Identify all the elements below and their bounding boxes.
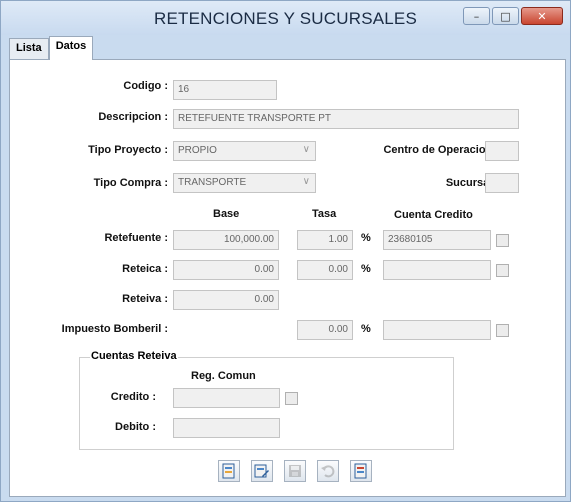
- impuesto-bomberil-tasa-field[interactable]: 0.00: [297, 320, 353, 340]
- reteiva-base-field[interactable]: 0.00: [173, 290, 279, 310]
- reteica-checkbox[interactable]: [496, 264, 509, 277]
- reteica-tasa-field[interactable]: 0.00: [297, 260, 353, 280]
- close-button[interactable]: ✕: [521, 7, 563, 25]
- credito-label: Credito :: [110, 391, 156, 403]
- descripcion-label: Descripcion :: [98, 111, 168, 123]
- retefuente-tasa-field[interactable]: 1.00: [297, 230, 353, 250]
- edit-record-icon: [254, 464, 269, 478]
- retefuente-base-field[interactable]: 100,000.00: [173, 230, 279, 250]
- undo-button[interactable]: [317, 460, 339, 482]
- reteica-label: Reteica :: [122, 263, 168, 275]
- retefuente-checkbox[interactable]: [496, 234, 509, 247]
- tab-bar: Lista Datos: [9, 36, 94, 60]
- retefuente-cuenta-field[interactable]: 23680105: [383, 230, 491, 250]
- credito-field[interactable]: [173, 388, 280, 408]
- reteica-cuenta-field[interactable]: [383, 260, 491, 280]
- tipo-compra-select[interactable]: TRANSPORTE ∨: [173, 173, 316, 193]
- tab-datos[interactable]: Datos: [48, 36, 94, 60]
- minimize-button[interactable]: –: [463, 7, 490, 25]
- edit-record-button[interactable]: [251, 460, 273, 482]
- reteica-pct: %: [361, 263, 371, 275]
- impuesto-bomberil-label: Impuesto Bomberil :: [61, 323, 168, 335]
- centro-operacion-label: Centro de Operacion :: [383, 144, 499, 156]
- reg-comun-header: Reg. Comun: [191, 370, 256, 382]
- cuenta-credito-header: Cuenta Credito: [394, 209, 473, 221]
- retefuente-label: Retefuente :: [104, 232, 168, 244]
- title-bar[interactable]: RETENCIONES Y SUCURSALES – □ ✕: [1, 1, 570, 35]
- tipo-proyecto-value: PROPIO: [178, 145, 217, 156]
- impuesto-bomberil-cuenta-field[interactable]: [383, 320, 491, 340]
- reteica-base-field[interactable]: 0.00: [173, 260, 279, 280]
- debito-label: Debito :: [115, 421, 156, 433]
- save-icon: [289, 465, 301, 477]
- exit-icon: [354, 463, 367, 479]
- new-record-button[interactable]: [218, 460, 240, 482]
- credito-checkbox[interactable]: [285, 392, 298, 405]
- sucursal-field[interactable]: [485, 173, 519, 193]
- debito-field[interactable]: [173, 418, 280, 438]
- retefuente-pct: %: [361, 232, 371, 244]
- tasa-header: Tasa: [312, 208, 337, 220]
- window-controls: – □ ✕: [463, 7, 563, 25]
- save-button[interactable]: [284, 460, 306, 482]
- descripcion-field[interactable]: RETEFUENTE TRANSPORTE PT: [173, 109, 519, 129]
- codigo-field[interactable]: 16: [173, 80, 277, 100]
- tipo-compra-value: TRANSPORTE: [178, 177, 247, 188]
- record-toolbar: [218, 460, 383, 482]
- app-window: RETENCIONES Y SUCURSALES – □ ✕ Lista Dat…: [0, 0, 571, 502]
- base-header: Base: [213, 208, 240, 220]
- tab-lista[interactable]: Lista: [9, 38, 49, 60]
- impuesto-bomberil-checkbox[interactable]: [496, 324, 509, 337]
- codigo-label: Codigo :: [123, 80, 168, 92]
- new-record-icon: [222, 463, 235, 479]
- tipo-proyecto-label: Tipo Proyecto :: [88, 144, 168, 156]
- datos-panel: Codigo : 16 Descripcion : RETEFUENTE TRA…: [9, 59, 566, 497]
- impuesto-bomberil-pct: %: [361, 323, 371, 335]
- tipo-compra-label: Tipo Compra :: [93, 177, 168, 189]
- exit-button[interactable]: [350, 460, 372, 482]
- centro-operacion-field[interactable]: [485, 141, 519, 161]
- chevron-down-icon: ∨: [302, 176, 310, 187]
- cuentas-reteiva-title: Cuentas Reteiva: [90, 350, 178, 362]
- reteiva-label: Reteiva :: [122, 293, 168, 305]
- undo-icon: [321, 465, 335, 478]
- chevron-down-icon: ∨: [302, 144, 310, 155]
- tipo-proyecto-select[interactable]: PROPIO ∨: [173, 141, 316, 161]
- maximize-button[interactable]: □: [492, 7, 519, 25]
